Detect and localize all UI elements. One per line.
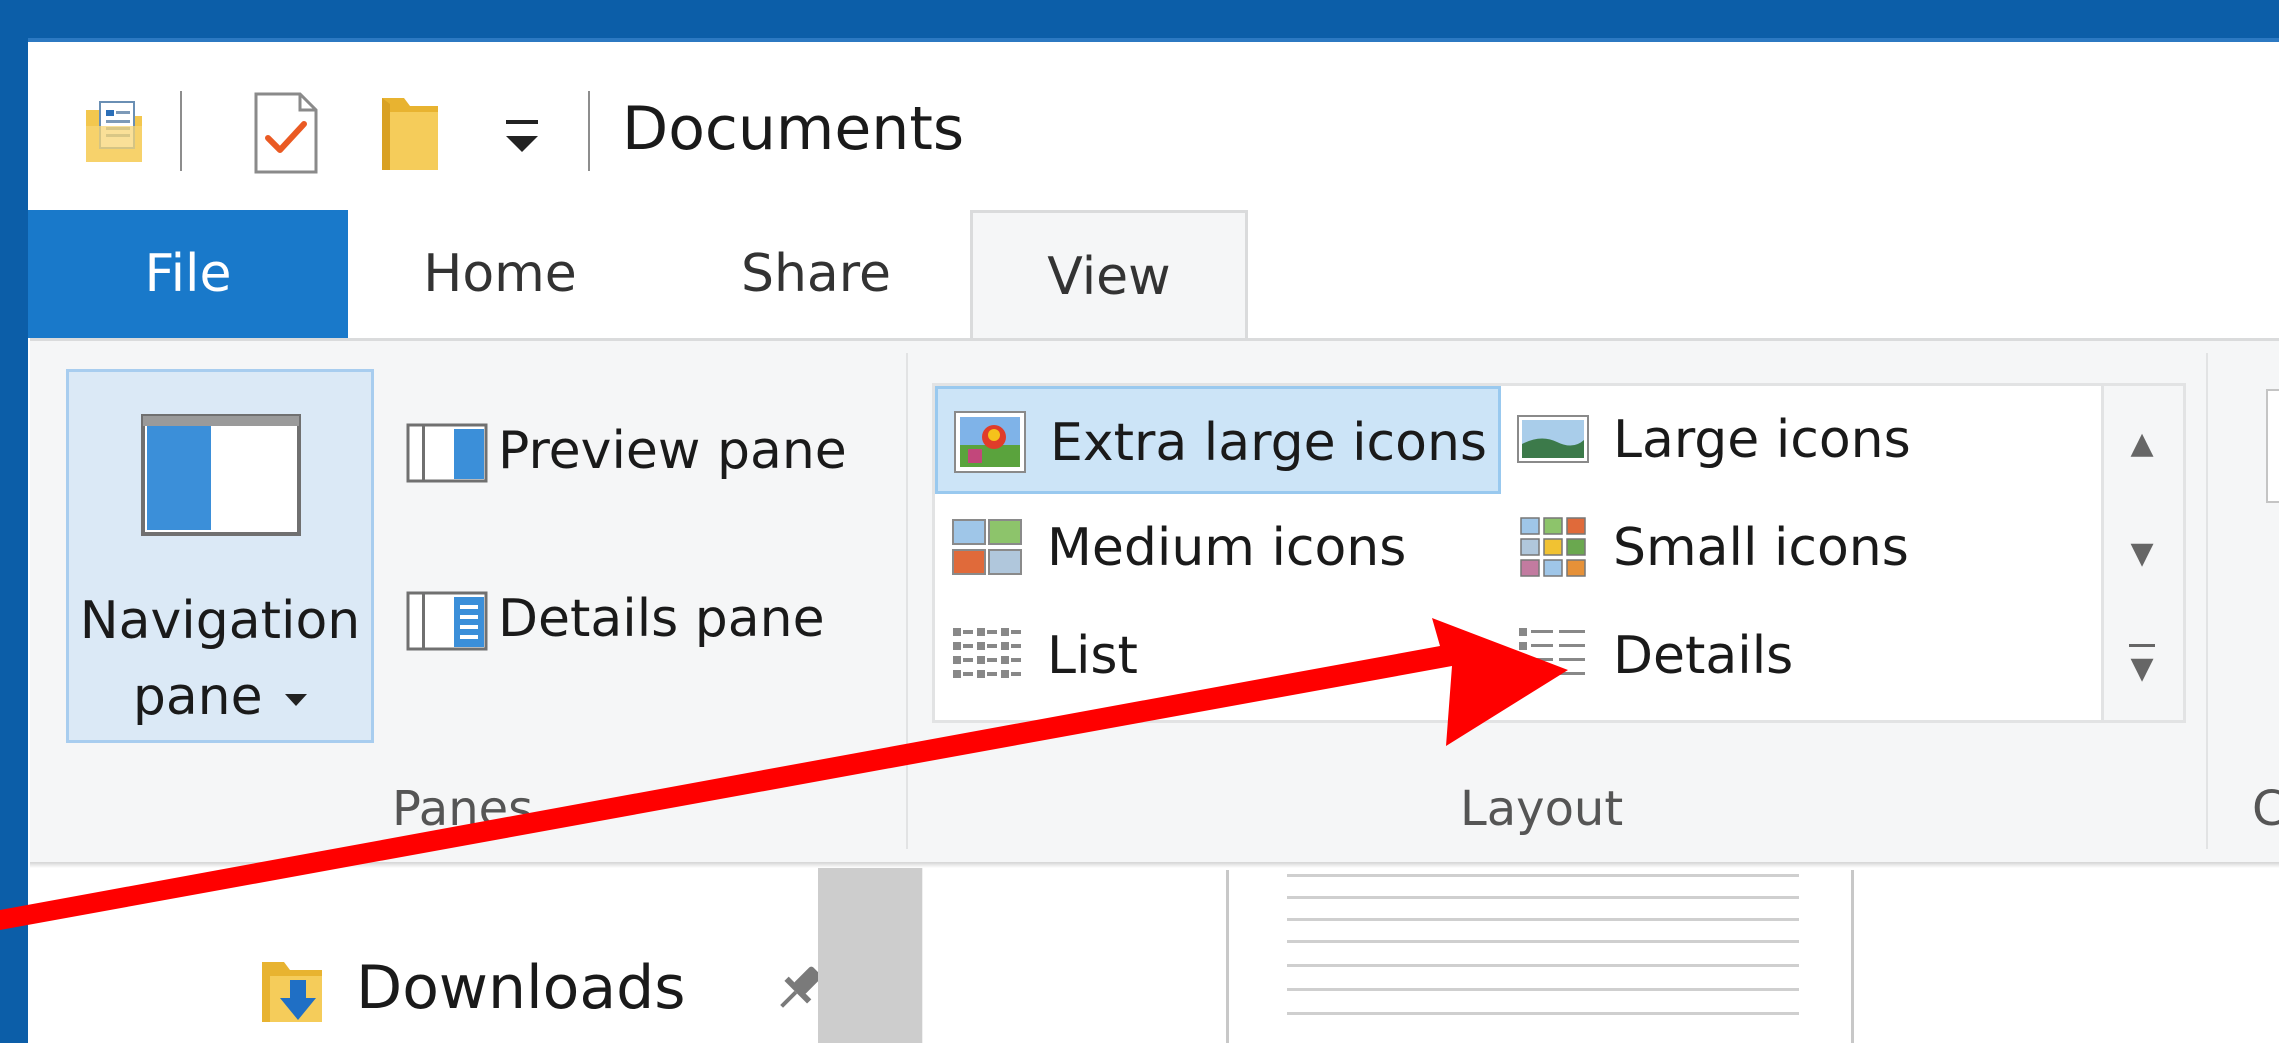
layout-small-icons[interactable]: Small icons [1501, 494, 2021, 602]
gallery-scroll-up-button[interactable]: ▲ [2104, 426, 2180, 461]
quick-access-toolbar [28, 42, 2279, 210]
preview-pane-label: Preview pane [498, 421, 847, 481]
document-line [1287, 940, 1799, 943]
layout-gallery: Extra large icons Large icons Medium ico… [932, 383, 2104, 723]
details-pane-icon [406, 591, 488, 651]
group-separator [906, 353, 908, 849]
navigation-pane-label: Navigation [79, 591, 361, 651]
document-thumbnail[interactable] [1226, 870, 1854, 1043]
navigation-pane: Downloads [28, 868, 822, 1043]
tab-home[interactable]: Home [400, 210, 600, 338]
customize-dropdown-icon[interactable] [498, 120, 546, 160]
gallery-expand-button[interactable]: ▼ [2104, 644, 2180, 686]
details-icon [1519, 628, 1585, 678]
layout-list-label: List [1047, 626, 1138, 686]
document-line [1287, 964, 1799, 967]
small-icons-icon [1520, 517, 1586, 577]
expand-bar [2129, 644, 2155, 647]
preview-pane-button[interactable]: Preview pane [394, 401, 904, 501]
chevron-down-icon [506, 136, 538, 152]
window-title: Documents [622, 94, 965, 164]
navigation-pane-label-line2: pane [69, 658, 371, 736]
checkmark-document-icon[interactable] [250, 90, 322, 176]
file-explorer-window: Documents File Home Share View Navigatio… [0, 0, 2279, 1043]
tab-file[interactable]: File [28, 210, 348, 338]
properties-icon[interactable] [82, 96, 148, 166]
layout-details-label: Details [1613, 626, 1794, 686]
preview-pane-icon [406, 423, 488, 483]
ribbon-view: Navigation pane Preview pane Details pan… [30, 338, 2279, 864]
large-icons-icon [1517, 415, 1589, 463]
layout-details[interactable]: Details [1501, 602, 2021, 710]
chevron-down-icon [285, 694, 308, 706]
gallery-scroll-down-button[interactable]: ▼ [2104, 536, 2180, 571]
details-pane-button[interactable]: Details pane [394, 569, 904, 669]
tree-item-downloads-label: Downloads [356, 953, 686, 1023]
details-pane-label: Details pane [498, 589, 825, 649]
new-folder-icon[interactable] [378, 94, 442, 172]
medium-icons-icon [952, 519, 1022, 575]
toolbar-separator [588, 91, 590, 171]
layout-gallery-scroll: ▲ ▼ ▼ [2104, 383, 2186, 723]
layout-extra-large-icons[interactable]: Extra large icons [935, 386, 1501, 494]
current-view-group-label: C [2252, 781, 2279, 837]
layout-medium-icons[interactable]: Medium icons [935, 494, 1501, 602]
layout-group-label: Layout [1460, 781, 1624, 837]
navigation-scrollbar[interactable] [818, 868, 922, 1043]
layout-large-icons-label: Large icons [1613, 410, 1911, 470]
document-line [1287, 918, 1799, 921]
layout-list[interactable]: List [935, 602, 1501, 710]
navigation-pane-icon [141, 414, 301, 536]
document-line [1287, 874, 1799, 877]
list-icon [953, 628, 1021, 678]
layout-medium-icons-label: Medium icons [1047, 518, 1407, 578]
extra-large-icons-icon [954, 411, 1026, 473]
panes-group-label: Panes [392, 781, 534, 837]
layout-small-icons-label: Small icons [1613, 518, 1909, 578]
document-line [1287, 896, 1799, 899]
layout-extra-large-icons-label: Extra large icons [1050, 413, 1487, 473]
downloads-folder-icon [262, 962, 322, 1022]
window-frame-left [0, 0, 28, 1043]
toolbar-separator [180, 91, 182, 171]
tab-view[interactable]: View [970, 210, 1248, 342]
tab-share[interactable]: Share [706, 210, 926, 338]
group-separator [2206, 353, 2208, 849]
window-frame-top [0, 0, 2279, 38]
document-line [1287, 988, 1799, 991]
current-view-group-button[interactable] [2266, 389, 2279, 503]
navigation-pane-button[interactable]: Navigation pane [66, 369, 374, 743]
layout-large-icons[interactable]: Large icons [1501, 386, 2021, 494]
document-line [1287, 1012, 1799, 1015]
